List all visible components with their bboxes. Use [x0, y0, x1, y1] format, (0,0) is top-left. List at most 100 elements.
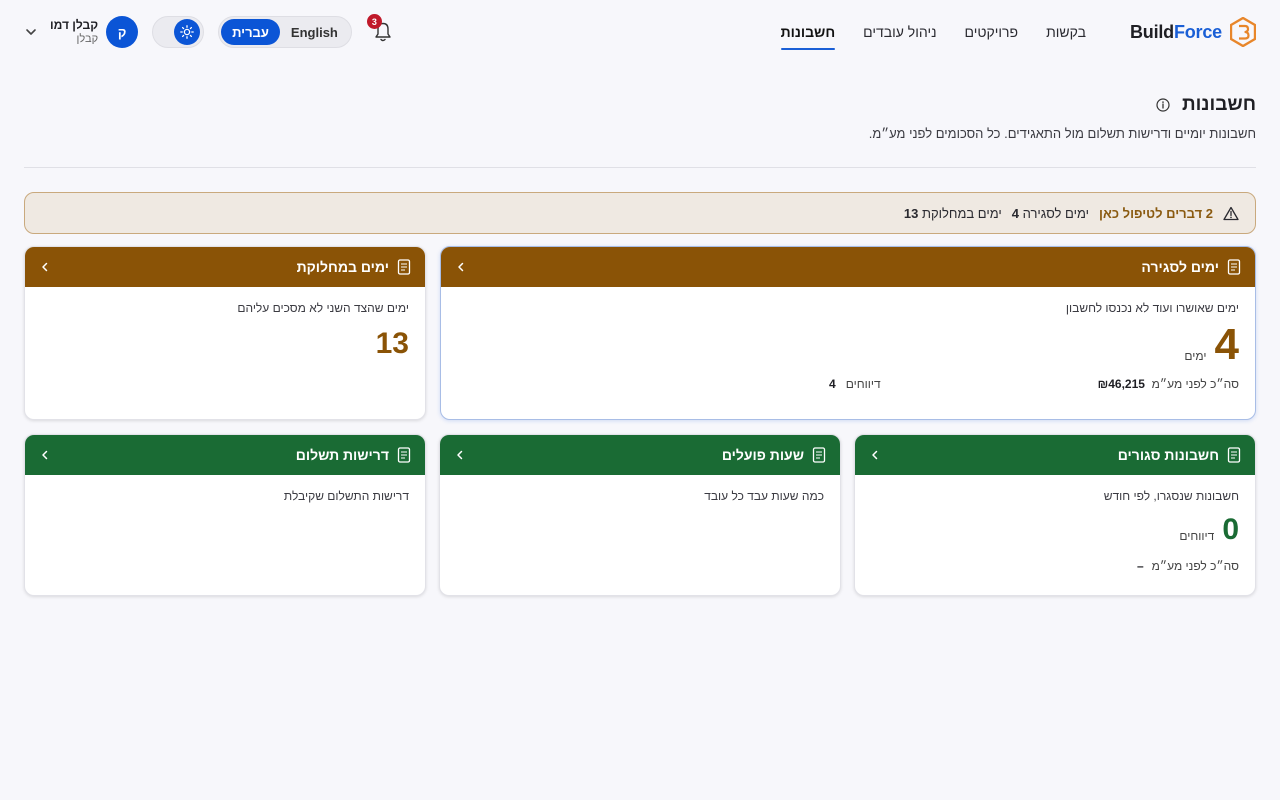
card-title: ימים לסגירה [1141, 259, 1219, 275]
header-right: BuildForce בקשות פרויקטים ניהול עובדים ח… [767, 0, 1256, 64]
document-icon [1227, 259, 1241, 275]
card-worker-hours[interactable]: שעות פועלים כמה שעות עבד כל עובד [439, 434, 841, 596]
card-metric-value: 13 [375, 327, 409, 360]
card-metric-value: 4 [1214, 320, 1239, 369]
card-header[interactable]: ימים במחלוקת [25, 247, 425, 287]
nav-accounts[interactable]: חשבונות [767, 0, 850, 64]
document-icon [397, 259, 411, 275]
card-stats: סה״כ לפני מע״מ – [871, 559, 1239, 573]
lang-english-option[interactable]: English [280, 19, 349, 45]
brand-name: BuildForce [1130, 22, 1222, 43]
notifications-button[interactable]: 3 [366, 14, 396, 45]
card-title-group: חשבונות סגורים [1118, 447, 1241, 463]
document-icon [812, 447, 826, 463]
card-description: דרישות התשלום שקיבלת [283, 489, 409, 503]
avatar[interactable]: ק [106, 16, 139, 48]
user-info: קבלן דמו קבלן [50, 18, 98, 46]
alert-item-closing: ימים לסגירה 4 [1012, 206, 1089, 221]
card-disputed-days[interactable]: ימים במחלוקת ימים שהצד השני לא מסכים עלי… [24, 246, 426, 420]
card-body: ימים שהצד השני לא מסכים עליהם 13 [25, 287, 425, 375]
card-title: שעות פועלים [721, 447, 804, 463]
nav-projects[interactable]: פרויקטים [951, 0, 1033, 64]
reports-stat: דיווחים 4 [829, 377, 881, 391]
chevron-left-icon[interactable] [455, 261, 467, 273]
main-nav: בקשות פרויקטים ניהול עובדים חשבונות [767, 0, 1100, 64]
card-title: ימים במחלוקת [296, 259, 389, 275]
card-metric: 0 דיווחים [871, 513, 1239, 547]
chevron-left-icon[interactable] [454, 449, 466, 461]
alert-item-closing-value: 4 [1011, 205, 1019, 221]
document-icon [397, 447, 411, 463]
sun-icon [174, 19, 201, 45]
card-description: ימים שאושרו ועוד לא נכנסו לחשבון [1065, 301, 1239, 315]
total-value: – [1136, 559, 1144, 573]
language-switch: עברית English [218, 16, 352, 48]
header-left: קבלן דמו קבלן ק עברית English 3 [24, 14, 396, 48]
card-days-to-close[interactable]: ימים לסגירה ימים שאושרו ועוד לא נכנסו לח… [440, 246, 1256, 420]
card-metric-value: 0 [1222, 513, 1239, 546]
brand-name-part1: Build [1129, 21, 1174, 42]
nav-requests[interactable]: בקשות [1032, 0, 1100, 64]
warning-icon [1223, 206, 1239, 221]
info-icon[interactable] [1156, 98, 1170, 112]
card-header[interactable]: שעות פועלים [440, 435, 840, 475]
card-title-group: ימים לסגירה [1141, 259, 1241, 275]
card-body: ימים שאושרו ועוד לא נכנסו לחשבון 4 ימים … [441, 287, 1255, 405]
card-title: חשבונות סגורים [1117, 447, 1219, 463]
page-divider [24, 167, 1256, 168]
card-description: ימים שהצד השני לא מסכים עליהם [237, 301, 409, 315]
alert-title: 2 דברים לטיפול כאן [1099, 206, 1213, 221]
card-payment-requests[interactable]: דרישות תשלום דרישות התשלום שקיבלת [24, 434, 426, 596]
theme-toggle[interactable] [152, 16, 205, 48]
total-stat: סה״כ לפני מע״מ ₪46,215 [1098, 377, 1239, 391]
alert-item-closing-label: ימים לסגירה [1022, 205, 1090, 221]
attention-alert[interactable]: 2 דברים לטיפול כאן ימים לסגירה 4 ימים במ… [24, 192, 1256, 234]
alert-item-disputed-value: 13 [903, 205, 919, 221]
alert-text: דברים לטיפול כאן [1099, 205, 1203, 221]
brand[interactable]: BuildForce [1130, 17, 1256, 47]
card-description: חשבונות שנסגרו, לפי חודש [1103, 489, 1239, 503]
top-header: BuildForce בקשות פרויקטים ניהול עובדים ח… [0, 0, 1280, 64]
page-head: חשבונות חשבונות יומיים ודרישות תשלום מול… [24, 94, 1256, 141]
card-body: חשבונות שנסגרו, לפי חודש 0 דיווחים סה״כ … [855, 475, 1255, 587]
card-closed-accounts[interactable]: חשבונות סגורים חשבונות שנסגרו, לפי חודש … [854, 434, 1256, 596]
card-body: דרישות התשלום שקיבלת [25, 475, 425, 517]
card-metric: 13 [41, 327, 409, 361]
user-role: קבלן [76, 33, 99, 45]
card-stats: סה״כ לפני מע״מ ₪46,215 דיווחים 4 [829, 377, 1239, 391]
lang-hebrew-option[interactable]: עברית [221, 19, 280, 45]
chevron-down-icon[interactable] [24, 25, 38, 39]
user-name: קבלן דמו [50, 18, 99, 32]
card-header[interactable]: ימים לסגירה [441, 247, 1255, 287]
chevron-left-icon[interactable] [39, 261, 51, 273]
card-header[interactable]: חשבונות סגורים [855, 435, 1255, 475]
card-title: דרישות תשלום [295, 447, 389, 463]
total-label: סה״כ לפני מע״מ [1151, 377, 1239, 391]
card-metric-unit: דיווחים [1179, 529, 1215, 543]
alert-count: 2 [1205, 205, 1213, 221]
card-title-group: שעות פועלים [722, 447, 826, 463]
card-header[interactable]: דרישות תשלום [25, 435, 425, 475]
title-row: חשבונות [24, 94, 1256, 116]
total-value: ₪46,215 [1097, 377, 1145, 391]
page-subtitle: חשבונות יומיים ודרישות תשלום מול התאגידי… [868, 126, 1256, 141]
document-icon [1227, 447, 1241, 463]
brand-name-part2: Force [1173, 21, 1222, 42]
card-title-group: דרישות תשלום [296, 447, 411, 463]
nav-workers-management[interactable]: ניהול עובדים [849, 0, 950, 64]
user-menu[interactable]: קבלן דמו קבלן ק [24, 16, 139, 48]
card-title-group: ימים במחלוקת [297, 259, 411, 275]
reports-label: דיווחים [845, 377, 881, 391]
reports-value: 4 [829, 377, 836, 391]
chevron-left-icon[interactable] [869, 449, 881, 461]
chevron-left-icon[interactable] [39, 449, 51, 461]
card-metric: 4 ימים [457, 323, 1239, 367]
notifications-badge: 3 [366, 14, 382, 29]
card-body: כמה שעות עבד כל עובד [440, 475, 840, 517]
page-title: חשבונות [1181, 94, 1256, 115]
alert-item-disputed: ימים במחלוקת 13 [904, 206, 1002, 221]
card-description: כמה שעות עבד כל עובד [704, 489, 824, 503]
alert-item-disputed-label: ימים במחלוקת [921, 205, 1002, 221]
total-label: סה״כ לפני מע״מ [1151, 559, 1239, 573]
buildforce-logo-icon [1230, 17, 1256, 47]
